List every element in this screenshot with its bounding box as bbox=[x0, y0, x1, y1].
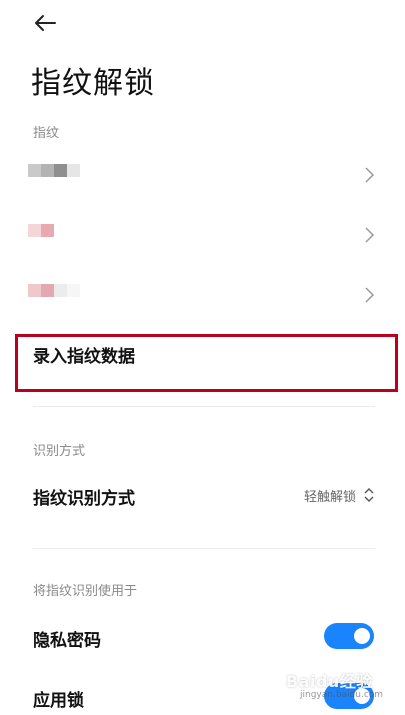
arrow-left-icon bbox=[35, 15, 56, 31]
toggle-knob bbox=[354, 628, 370, 644]
fingerprint-section-label: 指纹 bbox=[33, 126, 60, 141]
page-title: 指纹解锁 bbox=[31, 66, 155, 101]
chevron-right-icon bbox=[365, 167, 375, 183]
baidu-watermark-url: jingyan.baidu.com bbox=[300, 690, 384, 700]
fingerprint-name-blurred bbox=[28, 224, 54, 237]
fingerprint-item[interactable] bbox=[0, 150, 405, 202]
privacy-password-label: 隐私密码 bbox=[33, 631, 101, 651]
usage-section-label: 将指纹识别使用于 bbox=[33, 584, 138, 599]
fingerprint-item[interactable] bbox=[0, 210, 405, 262]
privacy-password-toggle[interactable] bbox=[324, 623, 374, 649]
divider bbox=[33, 406, 375, 407]
chevron-right-icon bbox=[365, 287, 375, 303]
enroll-fingerprint-button[interactable]: 录入指纹数据 bbox=[33, 342, 135, 367]
fingerprint-name-blurred bbox=[28, 164, 80, 177]
unfold-icon bbox=[364, 488, 374, 502]
back-button[interactable] bbox=[30, 8, 60, 38]
chevron-right-icon bbox=[365, 227, 375, 243]
recognition-method-value: 轻触解锁 bbox=[304, 490, 357, 505]
divider bbox=[33, 548, 375, 549]
app-lock-label: 应用锁 bbox=[33, 691, 84, 711]
recognition-section-label: 识别方式 bbox=[33, 444, 86, 459]
recognition-method-label: 指纹识别方式 bbox=[33, 489, 135, 509]
fingerprint-item[interactable] bbox=[0, 270, 405, 322]
fingerprint-name-blurred bbox=[28, 284, 80, 297]
baidu-watermark: Baidu经验 bbox=[286, 672, 373, 691]
